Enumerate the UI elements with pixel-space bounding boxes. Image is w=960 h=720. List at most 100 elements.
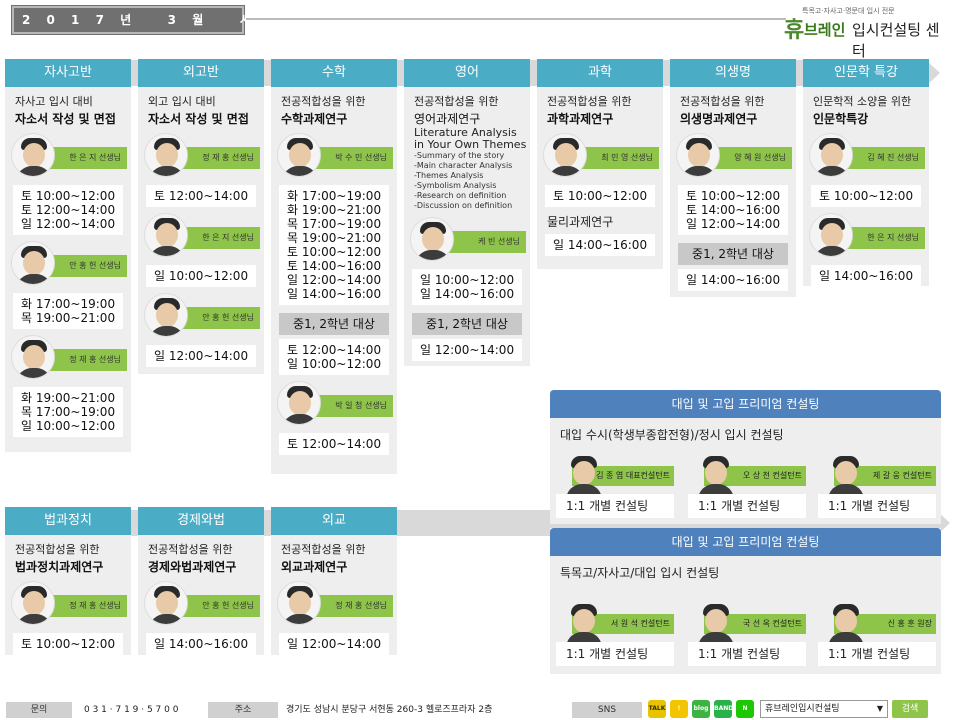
class-times: 화 17:00~19:00 화 19:00~21:00 목 17:00~19:0… <box>279 185 389 305</box>
column-title: 자소서 작성 및 면접 <box>148 112 249 126</box>
teacher-card: 정 재 홍 선생님 <box>11 581 127 629</box>
teacher-photo <box>11 133 55 177</box>
column-subtitle: 외고 입시 대비 <box>148 95 216 108</box>
teacher-card: 최 민 영 선생님 <box>543 133 659 181</box>
teacher-card: 한 은 지 선생님 <box>11 133 127 181</box>
premium-consulting-highschool: 대입 및 고입 프리미엄 컨설팅 특목고/자사고/대입 입시 컨설팅 서 원 석… <box>550 528 941 674</box>
blog-icon[interactable]: blog <box>692 700 710 718</box>
phone-number: 0 3 1 · 7 1 9 · 5 7 0 0 <box>84 705 179 715</box>
search-select[interactable]: 휴브레인입시컨설팅 ▼ <box>760 700 888 718</box>
teacher-photo <box>144 133 188 177</box>
topic-item: -Symbolism Analysis <box>414 181 497 190</box>
page-title-bar: 2 0 1 7 년 3 월 시 간 표 <box>12 6 312 34</box>
premium-desc: 대입 수시(학생부종합전형)/정시 입시 컨설팅 <box>560 428 784 442</box>
teacher-card: 한 은 지 선생님 <box>144 213 260 261</box>
column-economy-law: 경제와법 전공적합성을 위한 경제와법과제연구 안 홍 헌 선생님 일 14:0… <box>138 507 264 655</box>
title-divider <box>246 18 786 20</box>
column-biomed: 의생명 전공적합성을 위한 의생명과제연구 양 혜 원 선생님 토 10:00~… <box>670 59 796 297</box>
teacher-card: 정 재 홍 선생님 <box>11 335 127 383</box>
column-subtitle: 자사고 입시 대비 <box>15 95 93 108</box>
topic-item: -Themes Analysis <box>414 171 484 180</box>
teacher-card: 박 수 민 선생님 <box>277 133 393 181</box>
class-times: 토 12:00~14:00 <box>146 185 256 207</box>
teacher-photo <box>543 133 587 177</box>
column-header: 의생명 <box>670 59 796 87</box>
class-times: 일 12:00~14:00 <box>412 339 522 361</box>
teacher-photo <box>277 133 321 177</box>
teacher-photo <box>11 581 55 625</box>
column-title: 과학과제연구 <box>547 112 614 126</box>
class-times: 화 19:00~21:00 목 17:00~19:00 일 10:00~12:0… <box>13 387 123 437</box>
teacher-photo <box>11 335 55 379</box>
column-subtitle: 전공적합성을 위한 <box>281 95 366 108</box>
teacher-card: 정 재 홍 선생님 <box>277 581 393 629</box>
column-math: 수학 전공적합성을 위한 수학과제연구 박 수 민 선생님 화 17:00~19… <box>271 59 397 474</box>
search-select-value: 휴브레인입시컨설팅 <box>765 704 840 714</box>
teacher-photo <box>809 213 853 257</box>
address-label: 주소 <box>208 702 278 718</box>
teacher-card: 케 빈 선생님 <box>410 217 526 265</box>
grade-target-label: 중1, 2학년 대상 <box>678 243 788 265</box>
column-subtitle: 인문학적 소양을 위한 <box>813 95 912 108</box>
column-header: 과학 <box>537 59 663 87</box>
column-subtitle: 전공적합성을 위한 <box>680 95 765 108</box>
teacher-card: 김 혜 진 선생님 <box>809 133 925 181</box>
consulting-type: 1:1 개별 컨설팅 <box>556 494 674 518</box>
contact-label: 문의 <box>6 702 72 718</box>
naver-icon[interactable]: N <box>736 700 754 718</box>
teacher-card: 박 일 청 선생님 <box>277 381 393 429</box>
column-header: 자사고반 <box>5 59 131 87</box>
chevron-down-icon: ▼ <box>876 704 883 713</box>
consultant-photo <box>562 452 602 504</box>
column-header: 인문학 특강 <box>803 59 929 87</box>
teacher-photo <box>277 581 321 625</box>
column-header: 경제와법 <box>138 507 264 535</box>
consultant-photo <box>694 600 734 652</box>
teacher-photo <box>144 581 188 625</box>
topic-item: -Main character Analysis <box>414 161 513 170</box>
brand-hue: 휴 <box>784 18 805 43</box>
grade-target-label: 중1, 2학년 대상 <box>279 313 389 335</box>
consulting-type: 1:1 개별 컨설팅 <box>688 642 806 666</box>
kakaotalk-icon[interactable]: TALK <box>648 700 666 718</box>
column-oego: 외고반 외고 입시 대비 자소서 작성 및 면접 정 재 홍 선생님 토 12:… <box>138 59 264 374</box>
brand-tagline: 특목고·자사고·명문대 입시 전문 <box>802 7 895 15</box>
class-times: 일 10:00~12:00 일 14:00~16:00 <box>412 269 522 305</box>
column-title: 경제와법과제연구 <box>148 560 237 574</box>
class-times: 토 12:00~14:00 일 10:00~12:00 <box>279 339 389 375</box>
premium-header: 대입 및 고입 프리미엄 컨설팅 <box>550 390 941 418</box>
column-diplomacy: 외교 전공적합성을 위한 외교과제연구 정 재 홍 선생님 일 12:00~14… <box>271 507 397 655</box>
page-title: 2 0 1 7 년 3 월 시 간 표 <box>22 13 312 27</box>
column-subtitle: 전공적합성을 위한 <box>414 95 499 108</box>
kakaostory-icon[interactable]: ! <box>670 700 688 718</box>
column-header: 수학 <box>271 59 397 87</box>
footer: 문의 0 3 1 · 7 1 9 · 5 7 0 0 주소 경기도 성남시 분당… <box>0 700 960 720</box>
brand-logo: 특목고·자사고·명문대 입시 전문 휴 브레인 입시컨설팅 센터 <box>784 6 952 60</box>
teacher-photo <box>277 381 321 425</box>
column-title: 자소서 작성 및 면접 <box>15 112 116 126</box>
class-times: 토 12:00~14:00 <box>279 433 389 455</box>
column-title: 수학과제연구 <box>281 112 348 126</box>
premium-desc: 특목고/자사고/대입 입시 컨설팅 <box>560 566 720 580</box>
class-times: 일 14:00~16:00 <box>146 633 256 655</box>
column-title: 외교과제연구 <box>281 560 348 574</box>
column-english: 영어 전공적합성을 위한 영어과제연구 Literature Analysis … <box>404 59 530 366</box>
class-times: 토 10:00~12:00 <box>811 185 921 207</box>
column-header: 외고반 <box>138 59 264 87</box>
band-icon[interactable]: BAND <box>714 700 733 718</box>
class-times: 일 14:00~16:00 <box>678 269 788 291</box>
teacher-card: 양 혜 원 선생님 <box>676 133 792 181</box>
class-times: 토 10:00~12:00 <box>13 633 123 655</box>
consulting-type: 1:1 개별 컨설팅 <box>818 494 936 518</box>
consulting-type: 1:1 개별 컨설팅 <box>688 494 806 518</box>
class-times: 일 14:00~16:00 <box>545 234 655 256</box>
teacher-card: 정 재 홍 선생님 <box>144 133 260 181</box>
consultant-photo <box>562 600 602 652</box>
brand-rest: 입시컨설팅 센터 <box>852 21 940 60</box>
teacher-card: 안 홍 헌 선생님 <box>11 241 127 289</box>
consultant-photo <box>824 452 864 504</box>
column-title: 영어과제연구 <box>414 112 481 126</box>
column-subtitle: 전공적합성을 위한 <box>148 543 233 556</box>
topic-item: -Summary of the story <box>414 151 505 160</box>
search-button[interactable]: 검색 <box>892 700 928 718</box>
